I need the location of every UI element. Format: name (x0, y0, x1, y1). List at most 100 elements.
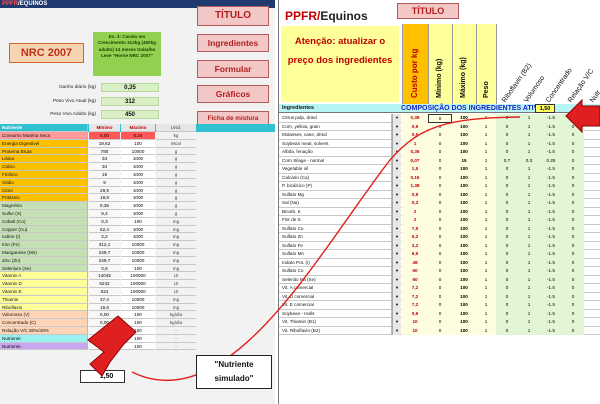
nutrient-max[interactable]: 1000 (121, 155, 155, 164)
nutrient-max[interactable]: 100 (121, 342, 155, 351)
nutrient-max[interactable]: 1000 (121, 178, 155, 187)
ingredient-weight[interactable]: 1 (476, 267, 496, 276)
nutrient-max[interactable]: 100 (121, 139, 155, 148)
ingredient-cost[interactable]: 60 (402, 267, 428, 276)
nutrient-min[interactable]: 249,7 (89, 256, 120, 265)
dropdown-arrow-icon[interactable]: ▼ (392, 292, 401, 301)
ingredient-max[interactable]: 100 (452, 309, 476, 318)
ingredient-cost[interactable]: 0,07 (402, 156, 428, 165)
ratio-cell[interactable]: 1,50 (535, 104, 555, 113)
nutrient-min[interactable]: 37,4 (89, 295, 120, 304)
ingredient-weight[interactable]: 1 (476, 224, 496, 233)
nutrient-min[interactable]: 0,00 (89, 342, 120, 351)
ingredient-cost[interactable]: 2 (402, 207, 428, 216)
ingredient-min[interactable]: 0 (428, 241, 452, 250)
nutrient-min[interactable]: 249,7 (89, 249, 120, 257)
nutrient-max[interactable]: 10000 (121, 303, 155, 312)
ingredient-cost[interactable]: 6,2 (402, 233, 428, 242)
nutrient-min[interactable]: 0,3 (89, 217, 120, 226)
ingredient-max[interactable]: 100 (452, 216, 476, 225)
ingredient-name[interactable]: Calcário (Ca) (280, 173, 392, 182)
ingredient-min[interactable]: 0 (428, 173, 452, 182)
ingredient-max[interactable]: 100 (452, 190, 476, 199)
ingredient-min[interactable]: 0 (428, 131, 452, 140)
ingredient-max[interactable]: 100 (452, 301, 476, 310)
nutrient-max[interactable]: 10000 (121, 241, 155, 249)
dropdown-arrow-icon[interactable]: ▼ (392, 267, 401, 276)
ingredientes-button[interactable]: Ingredientes (197, 34, 269, 52)
ingredient-weight[interactable]: 1 (476, 326, 496, 335)
ingredient-name[interactable]: Vit. A comercial (280, 284, 392, 293)
ingredient-name[interactable]: Soybean meal, solvent (280, 139, 392, 148)
ingredient-name[interactable]: Alfafa, fenação (280, 148, 392, 157)
nutrient-min[interactable]: 34 (89, 163, 120, 171)
nutrient-max[interactable]: 1000 (121, 225, 155, 234)
ingredient-weight[interactable]: 1 (476, 284, 496, 293)
ingredient-weight[interactable]: 1 (476, 292, 496, 301)
ingredient-name[interactable]: Soybean - Hulls (280, 309, 392, 318)
ingredient-weight[interactable]: 1 (476, 309, 496, 318)
nutrient-min[interactable]: 0,00 (89, 311, 120, 320)
ingredient-name[interactable]: Sal (Na) (280, 199, 392, 208)
dropdown-arrow-icon[interactable]: ▼ (392, 233, 401, 242)
ingredient-name[interactable]: P. bicálcico (P) (280, 182, 392, 191)
ingredient-max[interactable]: 100 (452, 267, 476, 276)
nutrient-min[interactable]: 0,6 (89, 264, 120, 273)
ingredient-cost[interactable]: 60 (402, 275, 428, 284)
ingredient-cost[interactable]: 0,5 (402, 131, 428, 140)
nutrient-max[interactable]: 100 (121, 334, 155, 343)
ingredient-name[interactable]: Citrus pulp, dried (280, 114, 392, 123)
dropdown-arrow-icon[interactable]: ▼ (392, 122, 401, 131)
dropdown-arrow-icon[interactable]: ▼ (392, 224, 401, 233)
ingredient-max[interactable]: 100 (452, 122, 476, 131)
nutrient-min[interactable]: 9,4 (89, 210, 120, 218)
ingredient-name[interactable]: Bicarb. K (280, 207, 392, 216)
dropdown-arrow-icon[interactable]: ▼ (392, 139, 401, 148)
ingredient-min[interactable]: 0 (428, 301, 452, 310)
ingredient-weight[interactable]: 1 (476, 156, 496, 165)
ingredient-weight[interactable]: 1 (476, 114, 496, 123)
ingredient-name[interactable]: Sulfato Co (280, 267, 392, 276)
dropdown-arrow-icon[interactable]: ▼ (392, 173, 401, 182)
ingredient-weight[interactable]: 1 (476, 173, 496, 182)
ingredient-name[interactable]: Corn, yellow, grain (280, 122, 392, 131)
ingredient-weight[interactable]: 1 (476, 258, 496, 267)
ingredient-min[interactable]: 0 (428, 309, 452, 318)
ingredient-weight[interactable]: 1 (476, 301, 496, 310)
dropdown-arrow-icon[interactable]: ▼ (392, 284, 401, 293)
ingredient-cost[interactable]: 0,16 (402, 173, 428, 182)
ingredient-weight[interactable]: 1 (476, 275, 496, 284)
ingredient-min[interactable]: 0 (428, 267, 452, 276)
ingredient-max[interactable]: 100 (452, 241, 476, 250)
ingredient-min[interactable]: 0 (428, 233, 452, 242)
nutrient-max[interactable]: 1000 (121, 194, 155, 203)
ingredient-name[interactable]: Sulfato Cu (280, 224, 392, 233)
ingredient-cost[interactable]: 0,6 (402, 309, 428, 318)
ingredient-name[interactable]: Vit. Riboflavin (B2) (280, 326, 392, 335)
dropdown-arrow-icon[interactable]: ▼ (392, 131, 401, 140)
dropdown-arrow-icon[interactable]: ▼ (392, 114, 401, 123)
ingredient-name[interactable]: Selenito Na (Se) (280, 275, 392, 284)
ingredient-weight[interactable]: 1 (476, 250, 496, 259)
ingredient-weight[interactable]: 1 (476, 241, 496, 250)
ingredient-max[interactable]: 100 (452, 207, 476, 216)
nutrient-min[interactable]: 6,00 (89, 132, 120, 140)
titulo-button-right[interactable]: TÍTULO (397, 3, 459, 19)
dropdown-arrow-icon[interactable]: ▼ (392, 318, 401, 327)
ingredient-name[interactable]: Vit. D comercial (280, 292, 392, 301)
nutrient-min[interactable]: 9,36 (89, 202, 120, 210)
ingredient-max[interactable]: 100 (452, 275, 476, 284)
nutrient-max[interactable]: 6,24 (121, 132, 155, 140)
ingredient-cost[interactable]: 0,6 (402, 122, 428, 131)
nutrient-max[interactable]: 10000 (121, 147, 155, 156)
relacao-spin-value[interactable]: 1,50 (80, 370, 125, 383)
ingredient-cost[interactable]: 0,9 (402, 190, 428, 199)
ingredient-cost[interactable]: 7,5 (402, 224, 428, 233)
nutrient-min[interactable]: 312,1 (89, 241, 120, 249)
nutrient-max[interactable]: 100 (121, 264, 155, 273)
nutrient-max[interactable]: 100000 (121, 280, 155, 288)
ingredient-cost[interactable]: 1,5 (402, 165, 428, 174)
ingredient-name[interactable]: Corn Silage - normal (280, 156, 392, 165)
dropdown-arrow-icon[interactable]: ▼ (392, 309, 401, 318)
ingredient-max[interactable]: 100 (452, 182, 476, 191)
